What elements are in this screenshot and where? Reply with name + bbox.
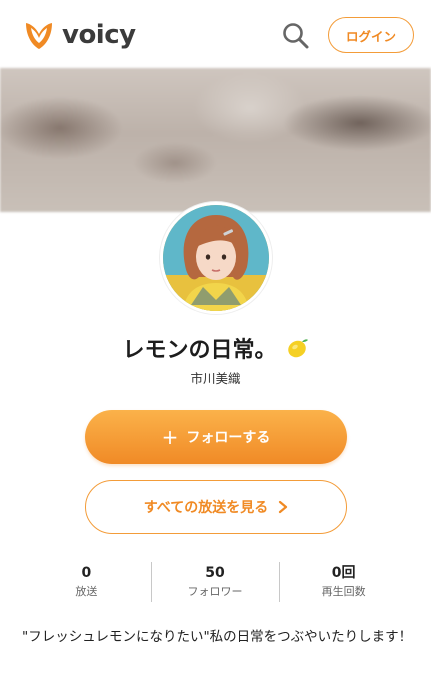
stat-plays: 0回 再生回数 bbox=[279, 562, 408, 602]
stat-followers: 50 フォロワー bbox=[150, 562, 280, 602]
voicy-logo[interactable]: voicy bbox=[22, 18, 136, 52]
voicy-logo-icon bbox=[26, 23, 52, 49]
brand-name: voicy bbox=[62, 20, 136, 50]
stat-value: 50 bbox=[205, 565, 225, 581]
search-icon bbox=[283, 23, 309, 49]
lemon-icon bbox=[287, 339, 308, 358]
personality-name[interactable]: 市川美織 bbox=[0, 368, 431, 387]
site-header: voicy ログイン bbox=[0, 0, 431, 68]
search-button[interactable] bbox=[280, 20, 312, 52]
channel-avatar bbox=[160, 202, 272, 314]
stat-value: 0回 bbox=[331, 565, 356, 581]
plus-icon: + bbox=[161, 425, 179, 449]
channel-title-row: レモンの日常。 bbox=[0, 332, 431, 364]
stat-broadcasts: 0 放送 bbox=[22, 562, 151, 602]
channel-banner-image bbox=[0, 68, 431, 212]
all-broadcasts-button[interactable]: すべての放送を見る bbox=[85, 480, 347, 534]
stat-label: 放送 bbox=[75, 585, 98, 598]
channel-title: レモンの日常。 bbox=[122, 338, 277, 363]
stat-label: 再生回数 bbox=[321, 585, 366, 598]
login-button[interactable]: ログイン bbox=[328, 17, 414, 53]
follow-button[interactable]: + フォローする bbox=[85, 410, 347, 464]
all-broadcasts-label: すべての放送を見る bbox=[143, 500, 269, 516]
avatar-photo bbox=[163, 205, 269, 311]
stat-value: 0 bbox=[81, 565, 92, 581]
follow-button-label: フォローする bbox=[186, 430, 271, 446]
channel-stats: 0 放送 50 フォロワー 0回 再生回数 bbox=[22, 562, 408, 602]
stat-label: フォロワー bbox=[187, 585, 243, 598]
chevron-right-icon bbox=[279, 500, 288, 514]
channel-description: "フレッシュレモンになりたい"私の日常をつぶやいたりします！ bbox=[22, 629, 413, 645]
